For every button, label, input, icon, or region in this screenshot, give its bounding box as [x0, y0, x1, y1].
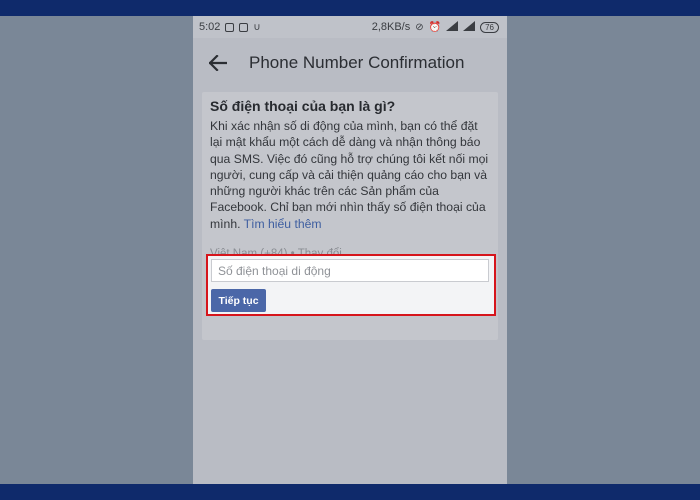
signal-icon — [446, 20, 459, 34]
question-heading: Số điện thoại của bạn là gì? — [210, 98, 396, 114]
description-text: Khi xác nhận số di động của mình, bạn có… — [210, 118, 489, 232]
phone-screen: 5:02 ∪ 2,8KB/s ⊘ ⏰ 76 Phone Number Confi… — [193, 16, 507, 484]
arrow-left-icon[interactable] — [209, 52, 231, 74]
alarm-icon: ⏰ — [428, 21, 442, 33]
continue-button[interactable]: Tiếp tục — [211, 289, 266, 312]
status-bar-left: 5:02 ∪ — [199, 21, 261, 33]
notification-icon — [225, 22, 235, 32]
signal-icon — [463, 20, 476, 34]
description-body: Khi xác nhận số di động của mình, bạn có… — [210, 119, 489, 231]
u-icon: ∪ — [253, 21, 261, 33]
app-bar: Phone Number Confirmation — [193, 38, 507, 88]
phone-number-input[interactable] — [211, 259, 489, 282]
bottom-frame-band — [0, 484, 700, 500]
status-time: 5:02 — [199, 21, 221, 33]
highlighted-input-panel: Tiếp tục — [206, 254, 496, 316]
learn-more-link[interactable]: Tìm hiểu thêm — [244, 217, 322, 231]
net-speed: 2,8KB/s — [371, 21, 411, 33]
page-title: Phone Number Confirmation — [249, 53, 465, 72]
top-frame-band — [0, 0, 700, 16]
image-icon — [239, 22, 249, 32]
battery-icon: 76 — [480, 21, 499, 33]
status-bar: 5:02 ∪ 2,8KB/s ⊘ ⏰ 76 — [193, 16, 507, 38]
status-bar-right: 2,8KB/s ⊘ ⏰ 76 — [371, 20, 499, 34]
no-alarm-icon: ⊘ — [415, 21, 424, 33]
